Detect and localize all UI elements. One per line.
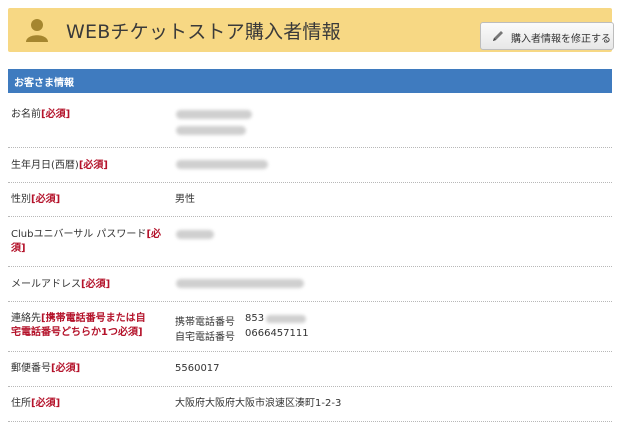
row-name: お名前[必須] bbox=[8, 95, 612, 148]
home-phone-line: 自宅電話番号 0666457111 bbox=[175, 328, 309, 343]
redacted-value bbox=[176, 279, 304, 288]
gender-value: 男性 bbox=[175, 194, 195, 205]
redacted-value bbox=[176, 110, 252, 119]
mobile-phone-line: 携帯電話番号 853 bbox=[175, 313, 264, 328]
mobile-phone-label: 携帯電話番号 bbox=[175, 317, 235, 328]
row-password: Clubユニバーサル パスワード[必 須] bbox=[8, 217, 612, 267]
postal-code-value: 5560017 bbox=[175, 363, 220, 374]
edit-button-label: 購入者情報を修正する bbox=[511, 34, 611, 45]
birthday-label: 生年月日(西暦)[必須] bbox=[11, 160, 108, 171]
section-title: お客さま情報 bbox=[14, 78, 74, 89]
row-contact: 連絡先[携帯電話番号または自 宅電話番号どちらか1つ必須] 携帯電話番号 853… bbox=[8, 302, 612, 352]
redacted-value bbox=[266, 315, 306, 323]
address-label: 住所[必須] bbox=[11, 398, 61, 409]
email-label: メールアドレス[必須] bbox=[11, 279, 111, 290]
password-label: Clubユニバーサル パスワード[必 須] bbox=[11, 229, 162, 254]
address-value: 大阪府大阪府大阪市浪速区湊町1-2-3 bbox=[175, 398, 342, 409]
gender-label: 性別[必須] bbox=[11, 194, 61, 205]
row-birthday: 生年月日(西暦)[必須] bbox=[8, 148, 612, 183]
person-icon bbox=[26, 19, 48, 42]
edit-purchaser-info-button[interactable]: 購入者情報を修正する bbox=[480, 22, 614, 50]
pencil-icon bbox=[493, 31, 503, 41]
row-address: 住所[必須] 大阪府大阪府大阪市浪速区湊町1-2-3 bbox=[8, 387, 612, 422]
name-label: お名前[必須] bbox=[11, 109, 71, 120]
contact-label: 連絡先[携帯電話番号または自 宅電話番号どちらか1つ必須] bbox=[11, 313, 146, 338]
home-phone-value: 0666457111 bbox=[245, 328, 309, 339]
page-title: WEBチケットストア購入者情報 bbox=[66, 21, 341, 43]
postal-code-label: 郵便番号[必須] bbox=[11, 363, 81, 374]
section-header: お客さま情報 bbox=[8, 69, 612, 93]
mobile-phone-value: 853 bbox=[245, 313, 265, 324]
redacted-value bbox=[176, 230, 214, 239]
redacted-value bbox=[176, 160, 268, 169]
row-postal-code: 郵便番号[必須] 5560017 bbox=[8, 352, 612, 387]
page-header: WEBチケットストア購入者情報 購入者情報を修正する bbox=[8, 8, 614, 52]
row-email: メールアドレス[必須] bbox=[8, 267, 612, 302]
home-phone-label: 自宅電話番号 bbox=[175, 332, 235, 343]
row-gender: 性別[必須] 男性 bbox=[8, 183, 612, 217]
redacted-value bbox=[176, 126, 246, 135]
